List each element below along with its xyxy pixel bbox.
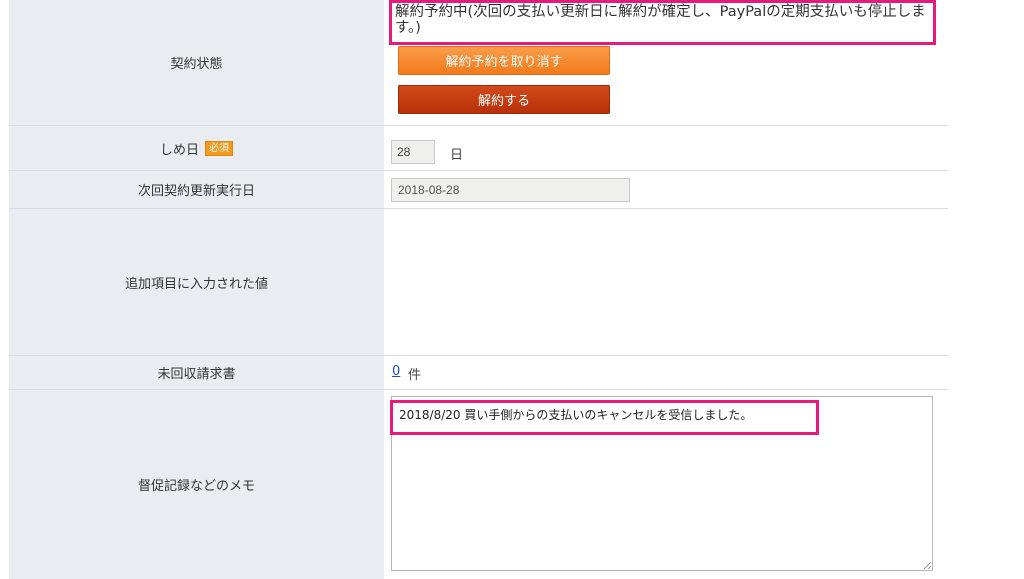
unpaid-invoices-count-link[interactable]: 0	[392, 364, 400, 379]
closing-day-label: しめ日	[159, 142, 199, 158]
memo-label: 督促記録などのメモ	[9, 390, 384, 579]
additional-items-value	[384, 209, 948, 355]
unpaid-invoices-value	[384, 356, 948, 389]
unpaid-invoices-row: 未回収請求書	[9, 356, 948, 390]
memo-highlight-box	[390, 400, 819, 435]
closing-day-unit: 日	[450, 148, 464, 163]
required-badge: 必須	[205, 140, 233, 156]
closing-day-value	[384, 126, 948, 170]
closing-day-label-cell: しめ日 必須	[9, 126, 384, 170]
closing-day-row: しめ日 必須	[9, 126, 948, 171]
additional-items-label: 追加項目に入力された値	[9, 209, 384, 355]
additional-items-row: 追加項目に入力された値	[9, 209, 948, 356]
resize-handle-icon[interactable]	[922, 560, 932, 570]
unpaid-invoices-unit: 件	[408, 368, 422, 383]
closing-day-input[interactable]	[391, 140, 435, 164]
next-renewal-label: 次回契約更新実行日	[9, 171, 384, 208]
terminate-button[interactable]: 解約する	[398, 85, 610, 114]
cancel-reservation-button[interactable]: 解約予約を取り消す	[398, 46, 610, 75]
status-highlight-box	[389, 0, 936, 45]
unpaid-invoices-label: 未回収請求書	[9, 356, 384, 389]
next-renewal-input[interactable]	[391, 178, 630, 202]
contract-status-label: 契約状態	[9, 0, 384, 125]
